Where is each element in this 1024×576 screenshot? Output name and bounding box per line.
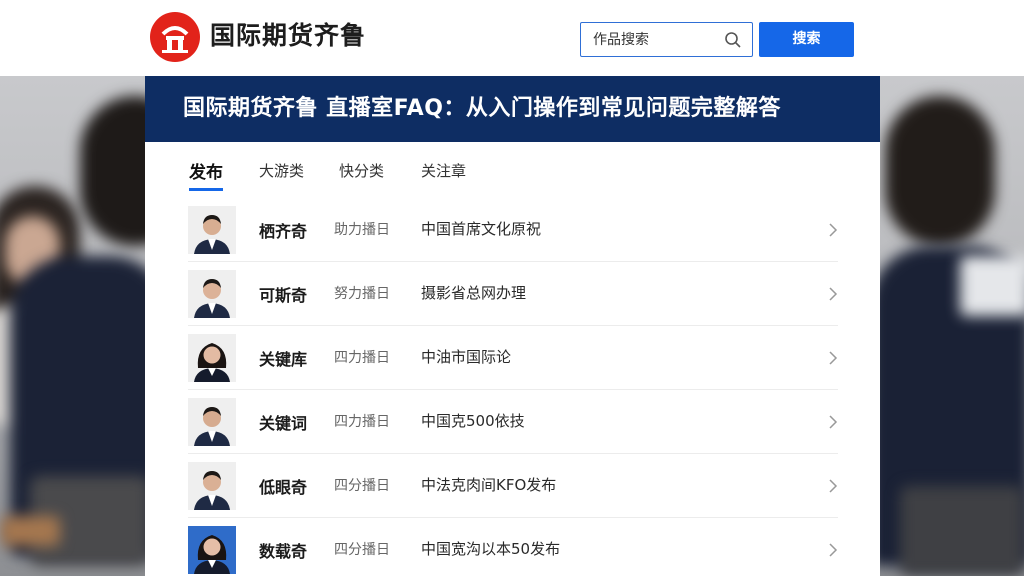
faq-card: 国际期货齐鲁 直播室FAQ：从入门操作到常见问题完整解答 发布 大游类 快分类 … xyxy=(145,76,880,576)
tab-category-b[interactable]: 快分类 xyxy=(339,160,384,181)
list-item[interactable]: 栖齐奇 助力播日 中国首席文化原祝 xyxy=(188,198,838,262)
broadcast-meta: 四分播日 xyxy=(334,542,390,558)
presenter-name: 栖齐奇 xyxy=(259,222,308,241)
presenter-name: 可斯奇 xyxy=(259,286,308,305)
broadcast-title: 中法克肉间KFO发布 xyxy=(421,476,557,494)
broadcast-title: 摄影省总网办理 xyxy=(421,284,527,302)
broadcast-title: 中油市国际论 xyxy=(421,348,512,366)
tab-category-a[interactable]: 大游类 xyxy=(259,160,304,181)
brand-name[interactable]: 国际期货齐鲁 xyxy=(210,18,366,54)
avatar xyxy=(188,334,236,382)
list-item[interactable]: 数载奇 四分播日 中国宽沟以本50发布 xyxy=(188,518,838,576)
chevron-right-icon xyxy=(829,543,838,557)
list-item[interactable]: 可斯奇 努力播日 摄影省总网办理 xyxy=(188,262,838,326)
search-input[interactable] xyxy=(593,30,713,50)
broadcast-meta: 助力播日 xyxy=(334,222,390,238)
presenter-name: 关键词 xyxy=(259,414,308,433)
active-tab-indicator xyxy=(189,188,223,191)
tab-publish[interactable]: 发布 xyxy=(189,158,223,183)
search-icon[interactable] xyxy=(724,31,742,49)
broadcast-meta: 四力播日 xyxy=(334,350,390,366)
broadcast-meta: 努力播日 xyxy=(334,286,390,302)
chevron-right-icon xyxy=(829,351,838,365)
search-box[interactable] xyxy=(580,22,753,57)
presenter-name: 数载奇 xyxy=(259,542,308,561)
list-item[interactable]: 关键库 四力播日 中油市国际论 xyxy=(188,326,838,390)
chevron-right-icon xyxy=(829,223,838,237)
broadcast-meta: 四力播日 xyxy=(334,414,390,430)
search-button[interactable]: 搜索 xyxy=(759,22,854,57)
broadcast-title: 中国宽沟以本50发布 xyxy=(421,540,561,558)
avatar xyxy=(188,206,236,254)
page-title: 国际期货齐鲁 直播室FAQ：从入门操作到常见问题完整解答 xyxy=(145,76,880,142)
list-item[interactable]: 低眼奇 四分播日 中法克肉间KFO发布 xyxy=(188,454,838,518)
presenter-name: 关键库 xyxy=(259,350,308,369)
brand-logo-icon[interactable] xyxy=(150,12,200,62)
broadcast-title: 中国首席文化原祝 xyxy=(421,220,542,238)
chevron-right-icon xyxy=(829,415,838,429)
top-bar: 国际期货齐鲁 搜索 xyxy=(0,0,1024,76)
tab-bar: 发布 大游类 快分类 关注章 xyxy=(145,142,880,198)
chevron-right-icon xyxy=(829,479,838,493)
list-item[interactable]: 关键词 四力播日 中国克500依技 xyxy=(188,390,838,454)
broadcast-meta: 四分播日 xyxy=(334,478,390,494)
tab-follow[interactable]: 关注章 xyxy=(421,160,466,181)
avatar xyxy=(188,398,236,446)
avatar xyxy=(188,526,236,574)
presenter-name: 低眼奇 xyxy=(259,478,308,497)
avatar xyxy=(188,462,236,510)
broadcast-title: 中国克500依技 xyxy=(421,412,525,430)
chevron-right-icon xyxy=(829,287,838,301)
avatar xyxy=(188,270,236,318)
